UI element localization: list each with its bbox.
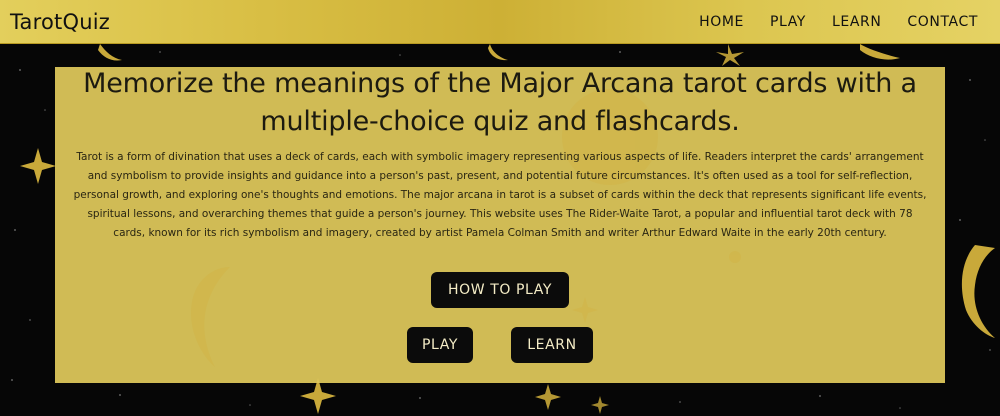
page-title: Memorize the meanings of the Major Arcan…	[83, 68, 917, 137]
site-logo[interactable]: TarotQuiz	[10, 10, 110, 34]
page: TarotQuiz HOME PLAY LEARN CONTACT Memori…	[0, 0, 1000, 416]
intro-description: Tarot is a form of divination that uses …	[73, 151, 927, 239]
nav-link-contact[interactable]: CONTACT	[907, 14, 978, 30]
nav-link-play[interactable]: PLAY	[770, 14, 806, 30]
nav-menu: HOME PLAY LEARN CONTACT	[699, 14, 978, 30]
top-navbar: TarotQuiz HOME PLAY LEARN CONTACT	[0, 0, 1000, 44]
play-button[interactable]: PLAY	[407, 327, 473, 363]
nav-link-home[interactable]: HOME	[699, 14, 744, 30]
hero-panel: Memorize the meanings of the Major Arcan…	[55, 67, 945, 383]
how-to-play-button[interactable]: HOW TO PLAY	[431, 272, 569, 308]
nav-link-learn[interactable]: LEARN	[832, 14, 881, 30]
learn-button[interactable]: LEARN	[511, 327, 593, 363]
